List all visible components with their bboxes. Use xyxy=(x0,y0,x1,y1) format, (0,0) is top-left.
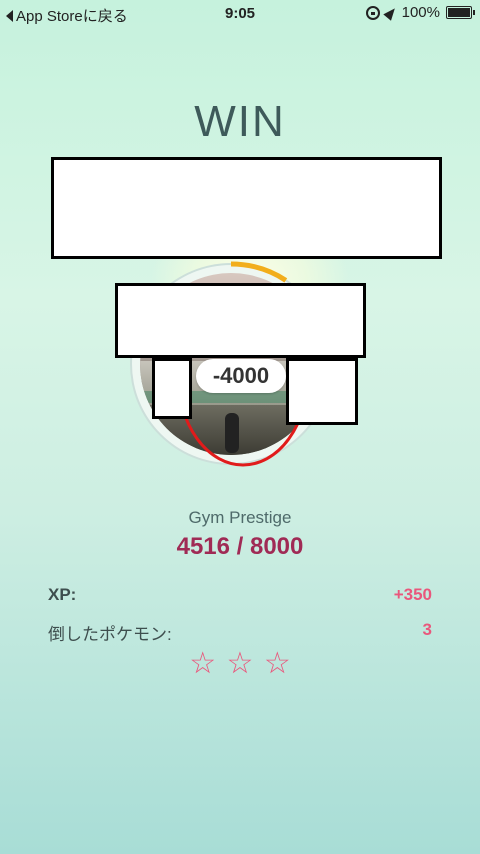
redaction-box xyxy=(115,283,366,358)
xp-label: XP: xyxy=(48,585,77,604)
defeated-pokemon-label: 倒したポケモン: xyxy=(48,625,172,644)
star-icon: ☆ xyxy=(263,647,291,680)
overlay-graphics xyxy=(176,261,310,467)
redaction-box xyxy=(152,358,192,419)
star-rating: ☆ ☆ ☆ xyxy=(0,646,480,681)
prestige-change-badge: -4000 xyxy=(196,359,286,393)
gym-prestige-value: 4516 / 8000 xyxy=(176,533,304,560)
prestige-progress-arc xyxy=(230,261,288,283)
star-icon: ☆ xyxy=(189,647,217,680)
star-icon: ☆ xyxy=(226,647,254,680)
gym-prestige-label: Gym Prestige xyxy=(188,508,292,527)
xp-value: +350 xyxy=(393,585,432,604)
redaction-box xyxy=(286,358,358,425)
defeated-pokemon-value: 3 xyxy=(422,620,432,639)
